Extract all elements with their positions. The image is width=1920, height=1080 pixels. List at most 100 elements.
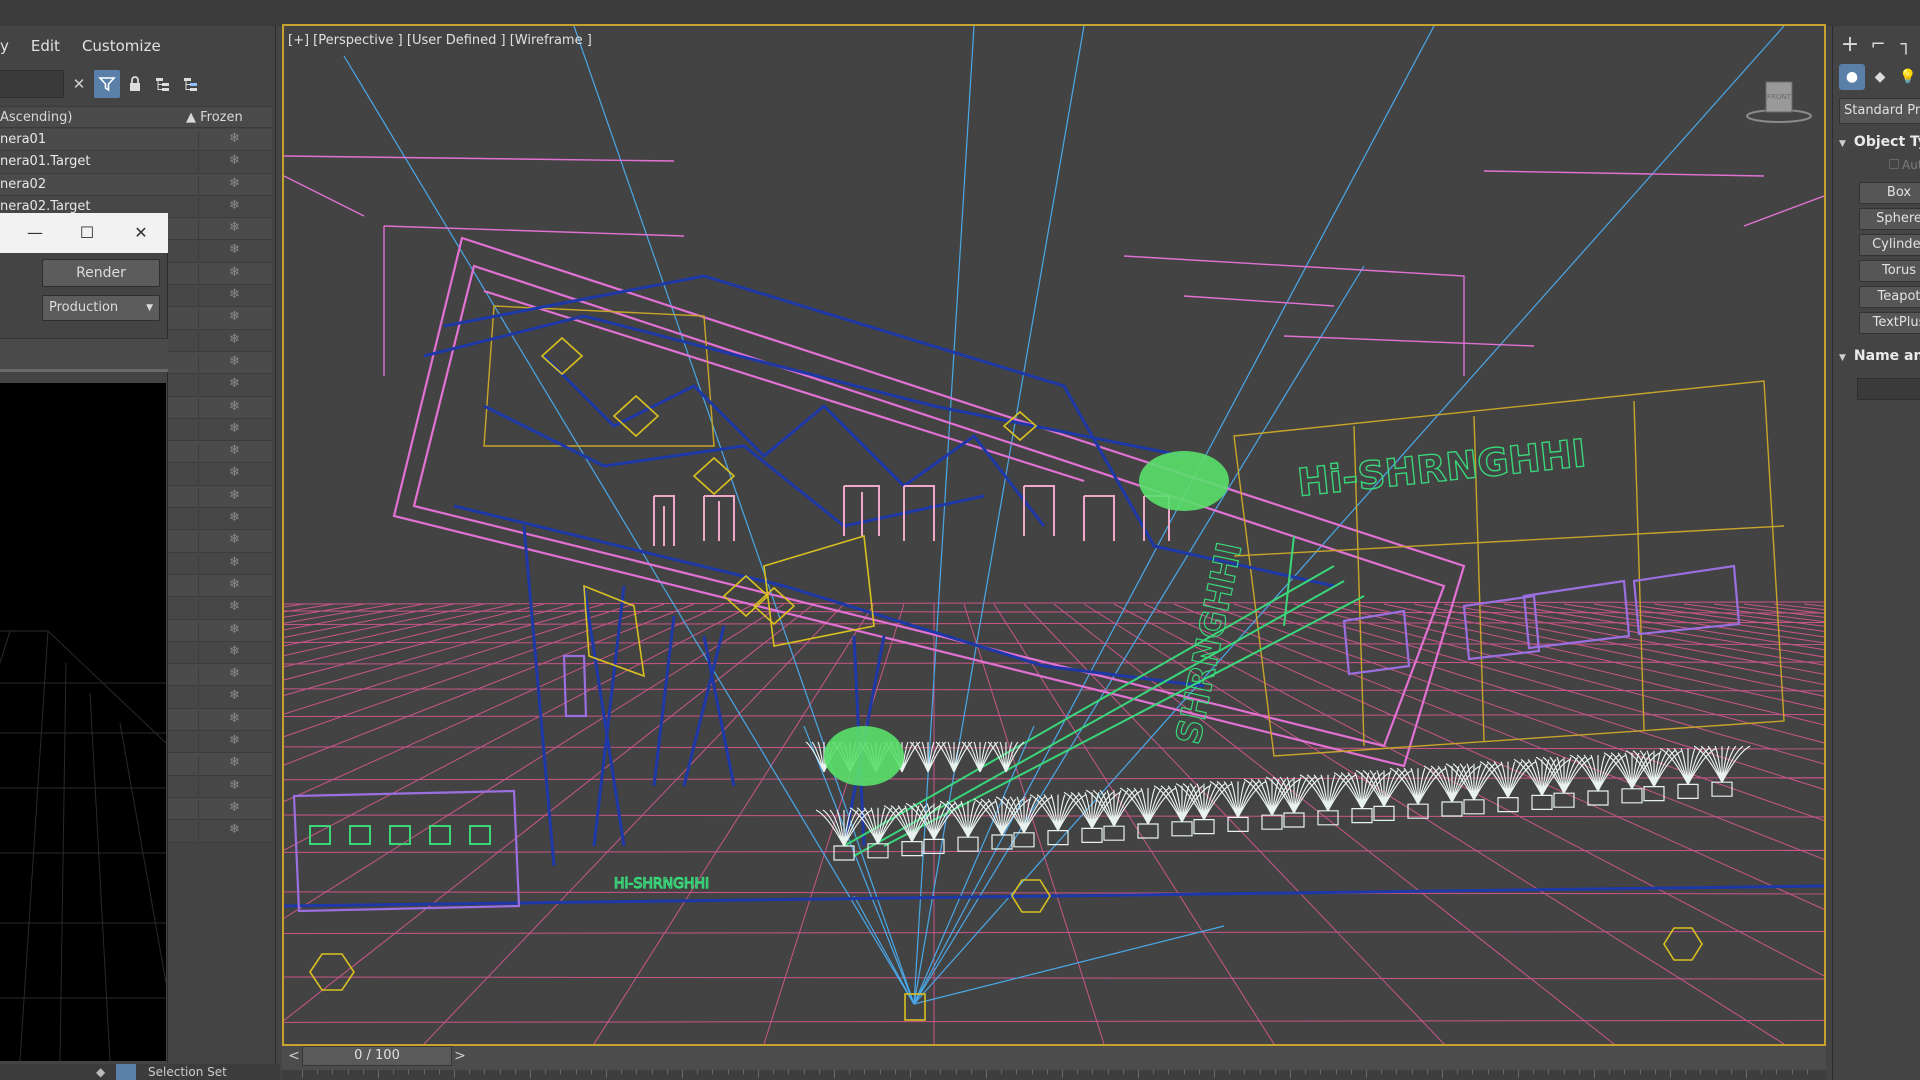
explorer-menubar: y Edit Customize [0,26,276,66]
clear-search-icon[interactable]: ✕ [66,70,92,98]
shapes-icon[interactable]: ◆ [1867,64,1893,90]
bottom-left-bar: ◆ Selection Set [0,1064,280,1080]
cylinder-button[interactable]: Cylinder [1859,234,1920,256]
menu-item-edit[interactable]: Edit [31,37,60,55]
viewport-perspective[interactable]: [+] [Perspective ] [User Defined ] [Wire… [282,24,1826,1046]
frozen-toggle-icon[interactable]: ❄ [198,554,272,574]
frozen-toggle-icon[interactable]: ❄ [198,487,272,507]
previous-frame-button[interactable]: < [286,1046,302,1066]
frozen-toggle-icon[interactable]: ❄ [198,733,272,753]
textplus-button[interactable]: TextPlus [1859,312,1920,334]
object-name: nera02.Target [0,198,91,214]
frozen-toggle-icon[interactable]: ❄ [198,287,272,307]
object-type-title: Object Type [1853,134,1920,150]
modify-tab-icon[interactable]: ⌐ [1865,32,1891,58]
frozen-toggle-icon[interactable]: ❄ [198,710,272,730]
frozen-toggle-icon[interactable]: ❄ [198,755,272,775]
next-frame-button[interactable]: > [452,1046,468,1066]
selection-icon[interactable] [116,1064,136,1080]
frozen-toggle-icon[interactable]: ❄ [198,465,272,485]
object-name: nera02 [0,176,47,192]
render-button[interactable]: Render [42,259,160,287]
frozen-toggle-icon[interactable]: ❄ [198,443,272,463]
frozen-toggle-icon[interactable]: ❄ [198,197,272,217]
frozen-toggle-icon[interactable]: ❄ [198,242,272,262]
table-row[interactable]: nera02 ❄ [0,173,272,196]
wireframe-scene: Hi-SHRNGHHI SHRNGHHI Hi-SHRNGHHI [284,26,1824,1044]
render-preset-dropdown[interactable]: Production ▼ [42,295,160,321]
viewcube[interactable]: FRONT [1746,76,1812,126]
frozen-toggle-icon[interactable]: ❄ [198,643,272,663]
table-row[interactable]: nera01.Target ❄ [0,151,272,174]
create-tab-icon[interactable]: + [1837,32,1863,58]
explorer-column-header[interactable]: Ascending) ▲ Frozen [0,106,272,128]
sign-text: Hi-SHRNGHHI [1295,431,1588,505]
timeline-track[interactable] [282,1070,1826,1080]
column-frozen-header[interactable]: ▲ Frozen [186,110,243,125]
time-slider[interactable]: 0 / 100 [302,1046,452,1066]
sphere-button[interactable]: Sphere [1859,208,1920,230]
frozen-toggle-icon[interactable]: ❄ [198,309,272,329]
frozen-toggle-icon[interactable]: ❄ [198,420,272,440]
green-squares [309,825,491,845]
name-and-color-rollout[interactable]: ▼ Name and Color [1839,348,1920,370]
frozen-toggle-icon[interactable]: ❄ [198,822,272,842]
frozen-toggle-icon[interactable]: ❄ [198,264,272,284]
table-row[interactable]: nera01 ❄ [0,129,272,152]
frozen-toggle-icon[interactable]: ❄ [198,666,272,686]
filter-icon[interactable] [94,70,120,98]
explorer-search-input[interactable] [0,70,64,98]
frozen-toggle-icon[interactable]: ❄ [198,220,272,240]
viewcube-face-label: FRONT [1767,93,1792,101]
geometry-icon[interactable]: ● [1839,64,1865,90]
title-bar [0,0,1920,26]
gold-back-wall [483,305,1785,757]
menu-item-display[interactable]: y [0,37,9,55]
selection-set-label[interactable]: Selection Set [148,1065,227,1079]
torus-button[interactable]: Torus [1859,260,1920,282]
pink-chairs [653,485,1170,546]
frozen-toggle-icon[interactable]: ❄ [198,777,272,797]
floor-text: Hi-SHRNGHHI [614,876,709,892]
lights-icon[interactable]: 💡 [1895,64,1920,90]
autogrid-label: AutoGrid [1902,158,1920,172]
frozen-toggle-icon[interactable]: ❄ [198,175,272,195]
render-preset-value: Production [49,300,119,315]
viewport-label[interactable]: [+] [Perspective ] [User Defined ] [Wire… [288,33,592,48]
menu-item-customize[interactable]: Customize [82,37,161,55]
hierarchy-tab-icon[interactable]: ┐ [1893,32,1919,58]
close-icon[interactable]: ✕ [128,221,154,245]
frozen-toggle-icon[interactable]: ❄ [198,621,272,641]
frozen-toggle-icon[interactable]: ❄ [198,331,272,351]
frozen-toggle-icon[interactable]: ❄ [198,153,272,173]
frozen-toggle-icon[interactable]: ❄ [198,353,272,373]
render-output-canvas [0,383,166,1061]
frozen-toggle-icon[interactable]: ❄ [198,131,272,150]
name-and-color-title: Name and Color [1853,348,1920,364]
render-window-titlebar[interactable]: — ☐ ✕ [0,213,168,253]
frozen-toggle-icon[interactable]: ❄ [198,532,272,552]
frozen-toggle-icon[interactable]: ❄ [198,688,272,708]
frozen-toggle-icon[interactable]: ❄ [198,799,272,819]
explorer-toolbar: ✕ [0,66,276,102]
frozen-toggle-icon[interactable]: ❄ [198,576,272,596]
minimize-icon[interactable]: — [22,221,48,245]
box-button[interactable]: Box [1859,182,1920,204]
category-dropdown[interactable]: Standard Primitives [1839,98,1920,124]
autogrid-checkbox[interactable]: AutoGrid [1889,158,1920,172]
layer-icon[interactable]: ◆ [96,1065,105,1079]
object-name-input[interactable] [1857,378,1920,400]
frozen-toggle-icon[interactable]: ❄ [198,376,272,396]
outer-frame-lines [284,155,1824,376]
column-name-header[interactable]: Ascending) [0,110,72,125]
plants-row [805,741,1751,861]
hierarchy-icon[interactable] [150,70,176,98]
teapot-button[interactable]: Teapot [1859,286,1920,308]
layers-icon[interactable] [178,70,204,98]
object-type-rollout[interactable]: ▼ Object Type [1839,134,1920,156]
maximize-icon[interactable]: ☐ [74,221,100,245]
lock-icon[interactable] [122,70,148,98]
frozen-toggle-icon[interactable]: ❄ [198,510,272,530]
frozen-toggle-icon[interactable]: ❄ [198,398,272,418]
frozen-toggle-icon[interactable]: ❄ [198,599,272,619]
